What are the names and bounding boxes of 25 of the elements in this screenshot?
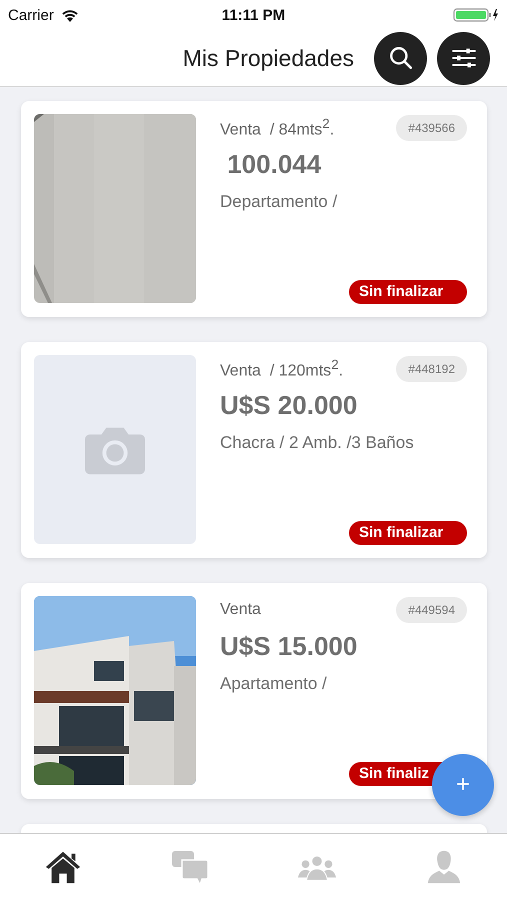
- property-code: #449594: [396, 597, 467, 623]
- property-details: Chacra / 2 Amb. /3 Baños: [220, 433, 414, 453]
- listing-summary: Venta: [220, 601, 261, 619]
- wifi-icon: [60, 8, 80, 22]
- property-price: 100.044: [226, 149, 322, 180]
- search-icon: [388, 45, 414, 71]
- property-price: U$S 20.000: [220, 390, 358, 421]
- page-title: Mis Propiedades: [182, 44, 354, 72]
- property-code: #439566: [396, 115, 467, 141]
- status-tag: Sin finalizar: [349, 521, 467, 545]
- listing-summary: Venta / 120mts$^{2}$.: [220, 357, 344, 381]
- property-details: Apartamento /: [220, 674, 327, 694]
- property-card[interactable]: Venta / 84mts$^{2}$. #439566 100.044 Departamento / Sin finalizar: [21, 101, 487, 317]
- search-button[interactable]: [374, 32, 427, 84]
- status-time: 11:11 PM: [222, 6, 286, 24]
- add-button[interactable]: +: [432, 754, 494, 816]
- filter-button[interactable]: [437, 32, 490, 84]
- carrier-name: Carrier: [8, 6, 54, 24]
- property-code: #448192: [396, 356, 467, 382]
- status-tag: Sin finalizar: [349, 280, 467, 304]
- listing-summary: Venta / 84mts$^{2}$.: [220, 116, 334, 140]
- property-card[interactable]: Venta / 120mts$^{2}$. #448192 U$S 20.000 Chacra / 2 Amb. /3 Baños Sin finalizar: [21, 342, 487, 558]
- property-details: Departamento /: [220, 192, 338, 212]
- battery-icon: [453, 7, 499, 23]
- property-price: U$S 15.000: [220, 631, 358, 662]
